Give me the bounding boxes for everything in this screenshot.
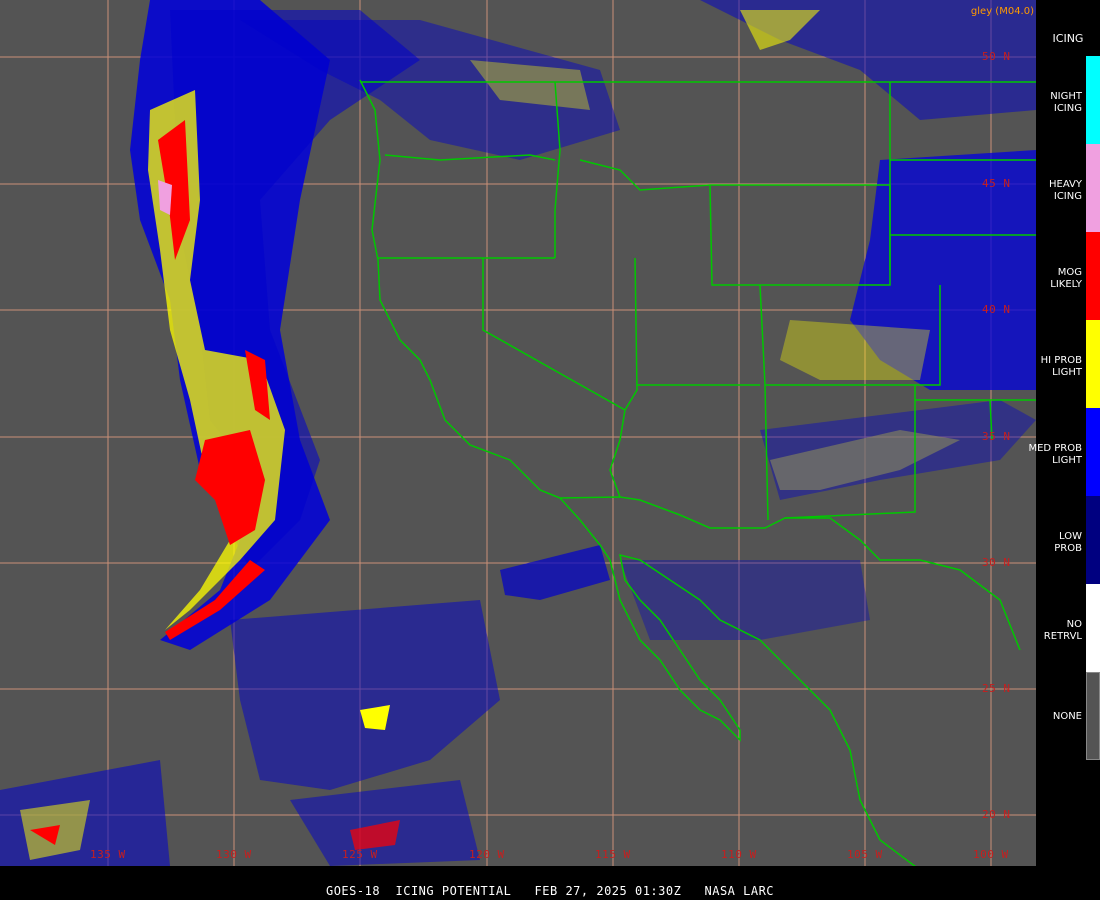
band-pink <box>158 180 172 215</box>
lon-label: 120 W <box>469 848 505 861</box>
lat-label: 40 N <box>982 303 1011 316</box>
legend-label-none: NONE <box>1052 711 1082 722</box>
legend-label-med-prob-light: MED PROB LIGHT <box>1028 443 1082 466</box>
legend-label-low-prob: LOW PROB <box>1054 531 1082 554</box>
legend-label-hi-prob-light: HI PROB LIGHT <box>1040 355 1082 378</box>
legend-label-no-retrvl: NO RETRVL <box>1043 619 1082 642</box>
lon-label: 130 W <box>216 848 252 861</box>
lon-label: 135 W <box>90 848 126 861</box>
lon-label: 110 W <box>721 848 757 861</box>
credit-text: gley (M04.0) <box>970 6 1034 17</box>
lon-label: 100 W <box>973 848 1009 861</box>
lat-label: 35 N <box>982 430 1011 443</box>
legend-swatch-med-prob-light <box>1086 408 1100 496</box>
lat-label: 45 N <box>982 177 1011 190</box>
legend-title: ICING <box>1052 32 1084 45</box>
rockies-speckle <box>780 320 930 380</box>
nv-east <box>624 257 638 411</box>
legend-label-night-icing: NIGHT ICING <box>1050 91 1082 114</box>
pacific-south <box>230 600 500 790</box>
image-caption: GOES-18 ICING POTENTIAL FEB 27, 2025 01:… <box>325 884 775 898</box>
south-plume-blue <box>760 400 1036 500</box>
legend-swatch-none <box>1086 672 1100 760</box>
legend-swatch-hi-prob-light <box>1086 320 1100 408</box>
legend-label-mog-likely: MOG LIKELY <box>1050 267 1082 290</box>
legend-swatch-heavy-icing <box>1086 144 1100 232</box>
map-graphics <box>0 0 1036 866</box>
band-red-south <box>195 430 265 545</box>
wa-or-line <box>384 154 556 161</box>
lat-label: 30 N <box>982 556 1011 569</box>
legend-swatch-mog-likely <box>1086 232 1100 320</box>
gulf-blue <box>500 545 610 600</box>
mt-south <box>579 159 890 191</box>
lon-label: 105 W <box>847 848 883 861</box>
lat-label: 50 N <box>982 50 1011 63</box>
lon-label: 115 W <box>595 848 631 861</box>
legend-swatch-no-retrvl <box>1086 584 1100 672</box>
lon-label: 125 W <box>342 848 378 861</box>
legend-label-heavy-icing: HEAVY ICING <box>1049 179 1082 202</box>
lat-label: 20 N <box>982 808 1011 821</box>
icing-map: 50 N 45 N 40 N 35 N 30 N 25 N 20 N 135 W… <box>0 0 1036 866</box>
legend-swatch-low-prob <box>1086 496 1100 584</box>
lat-label: 25 N <box>982 682 1011 695</box>
ca-nv-line <box>482 258 626 498</box>
legend-swatch-night-icing <box>1086 56 1100 144</box>
